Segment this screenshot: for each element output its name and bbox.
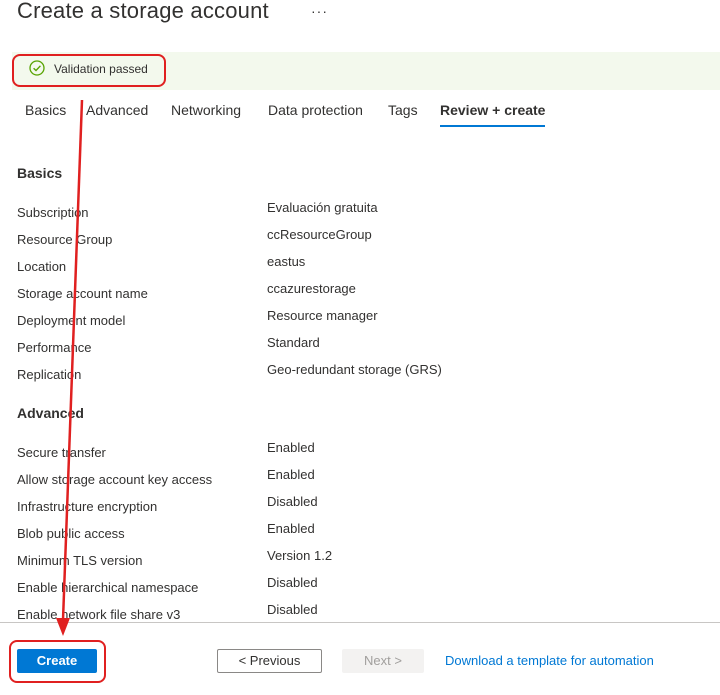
- advanced-row-value: Disabled: [267, 494, 318, 509]
- advanced-row-label: Blob public access: [17, 526, 125, 541]
- advanced-row-label: Enable hierarchical namespace: [17, 580, 199, 595]
- tab-tags[interactable]: Tags: [388, 102, 418, 118]
- basics-row-value: eastus: [267, 254, 306, 269]
- basics-row-label: Storage account name: [17, 286, 148, 301]
- advanced-row-label: Enable network file share v3: [17, 607, 181, 622]
- basics-row-label: Location: [17, 259, 67, 274]
- tab-advanced[interactable]: Advanced: [86, 102, 148, 118]
- basics-row-label: Resource Group: [17, 232, 113, 247]
- advanced-row-label: Minimum TLS version: [17, 553, 143, 568]
- advanced-row-value: Disabled: [267, 575, 318, 590]
- previous-button[interactable]: < Previous: [217, 649, 322, 673]
- advanced-row-label: Infrastructure encryption: [17, 499, 158, 514]
- tab-bar: Basics Advanced Networking Data protecti…: [0, 100, 720, 130]
- basics-row-label: Replication: [17, 367, 82, 382]
- create-button[interactable]: Create: [17, 649, 97, 673]
- tab-data-protection[interactable]: Data protection: [268, 102, 363, 118]
- advanced-row-label: Allow storage account key access: [17, 472, 213, 487]
- basics-row-value: ccazurestorage: [267, 281, 356, 296]
- advanced-row-value: Version 1.2: [267, 548, 333, 563]
- basics-row-value: ccResourceGroup: [267, 227, 372, 242]
- success-check-icon: [29, 60, 45, 76]
- page-title: Create a storage account: [17, 0, 269, 23]
- advanced-row-value: Enabled: [267, 521, 315, 536]
- validation-message: Validation passed: [54, 62, 148, 76]
- basics-row-value: Standard: [267, 335, 320, 350]
- basics-row-value: Geo-redundant storage (GRS): [267, 362, 442, 377]
- basics-heading: Basics: [17, 165, 63, 181]
- validation-banner: Validation passed: [12, 52, 720, 90]
- basics-row-label: Deployment model: [17, 313, 126, 328]
- advanced-row-label: Secure transfer: [17, 445, 106, 460]
- advanced-row-value: Disabled: [267, 602, 318, 617]
- advanced-row-value: Enabled: [267, 467, 315, 482]
- tab-basics[interactable]: Basics: [25, 102, 66, 118]
- tab-review-create[interactable]: Review + create: [440, 102, 546, 127]
- basics-row-value: Resource manager: [267, 308, 378, 323]
- download-template-link[interactable]: Download a template for automation: [445, 653, 654, 668]
- tab-networking[interactable]: Networking: [171, 102, 241, 118]
- basics-row-value: Evaluación gratuita: [267, 200, 378, 215]
- advanced-heading: Advanced: [17, 405, 84, 421]
- footer-divider: [0, 622, 720, 623]
- next-button: Next >: [342, 649, 424, 673]
- basics-row-label: Subscription: [17, 205, 89, 220]
- more-options-button[interactable]: ···: [311, 3, 328, 19]
- advanced-row-value: Enabled: [267, 440, 315, 455]
- basics-row-label: Performance: [17, 340, 92, 355]
